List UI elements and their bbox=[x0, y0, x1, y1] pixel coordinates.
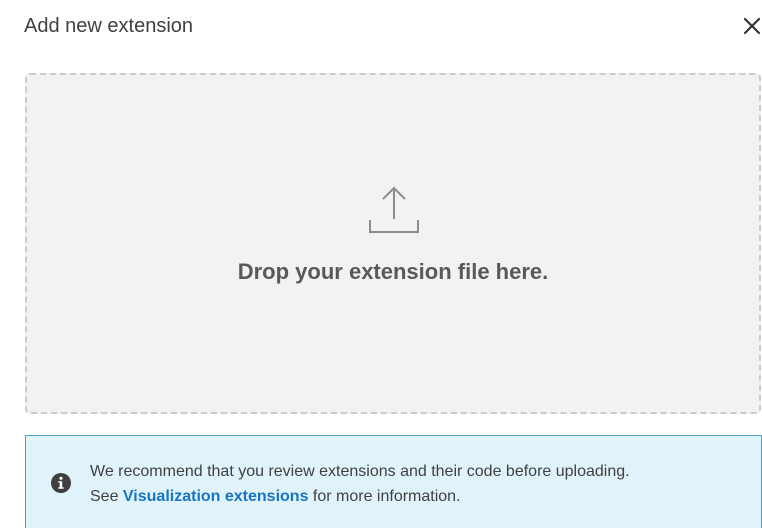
info-line-2-suffix: for more information. bbox=[308, 488, 461, 505]
dropzone-text: Drop your extension file here. bbox=[237, 259, 549, 284]
file-dropzone[interactable]: Drop your extension file here. bbox=[25, 73, 761, 414]
close-button[interactable] bbox=[738, 12, 762, 40]
close-icon bbox=[743, 17, 761, 35]
info-line-1: We recommend that you review extensions … bbox=[90, 463, 630, 480]
info-line-2: See Visualization extensions for more in… bbox=[90, 484, 630, 509]
add-extension-dialog: Add new extension Drop your extension fi… bbox=[0, 0, 762, 528]
info-icon bbox=[51, 473, 71, 493]
info-text: We recommend that you review extensions … bbox=[90, 459, 630, 509]
dialog-header: Add new extension bbox=[24, 12, 762, 40]
info-banner: We recommend that you review extensions … bbox=[25, 435, 762, 528]
visualization-extensions-link[interactable]: Visualization extensions bbox=[123, 488, 309, 505]
upload-icon bbox=[369, 186, 419, 233]
dialog-title: Add new extension bbox=[24, 15, 194, 37]
info-line-2-prefix: See bbox=[90, 488, 123, 505]
